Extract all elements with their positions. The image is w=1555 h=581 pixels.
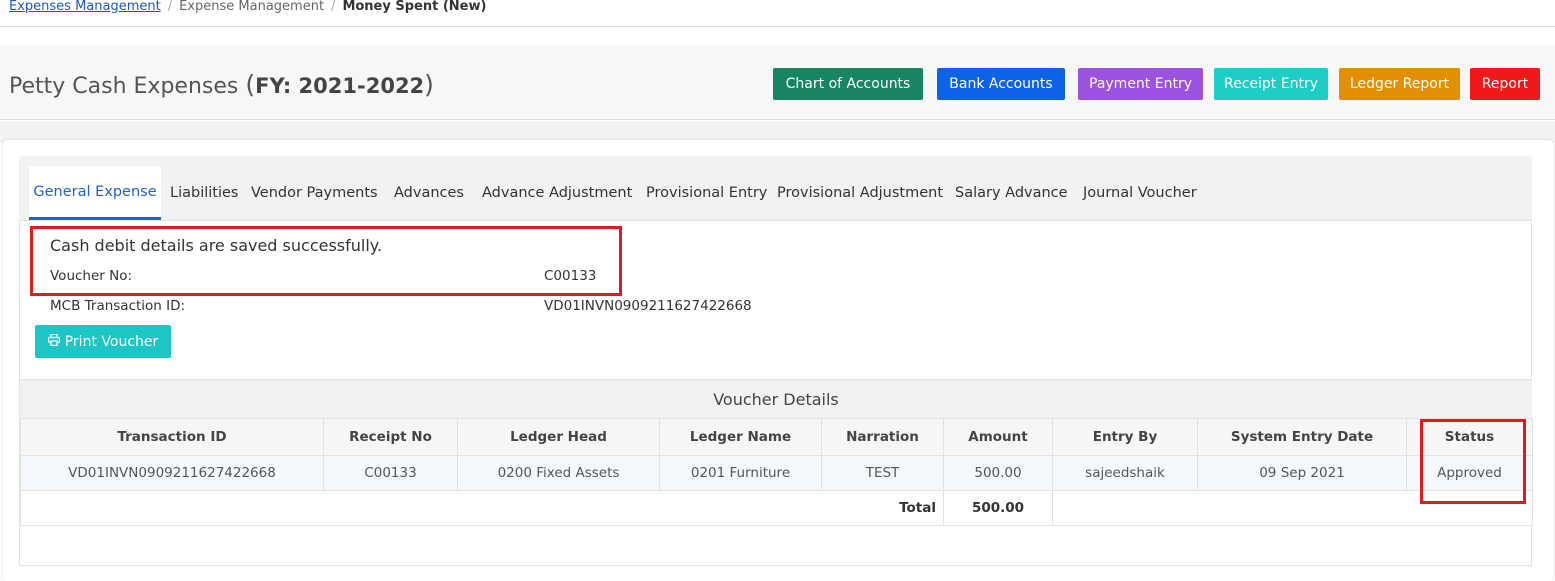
tab-vendor-payments[interactable]: Vendor Payments [251, 166, 378, 220]
tab-provisional-adjustment[interactable]: Provisional Adjustment [777, 166, 943, 220]
column-header-system-entry-date: System Entry Date [1197, 418, 1407, 456]
voucher-no-label: Voucher No: [50, 268, 133, 284]
report-button[interactable]: Report [1470, 68, 1540, 100]
page-header: Petty Cash Expenses (FY: 2021-2022) Char… [0, 45, 1555, 120]
breadcrumb-separator: / [167, 0, 173, 14]
total-empty-cell [1052, 490, 1533, 526]
tab-general-expense[interactable]: General Expense [29, 166, 161, 220]
column-header-entry-by: Entry By [1052, 418, 1198, 456]
mcb-transaction-id-value: VD01INVN0909211627422668 [544, 298, 752, 314]
breadcrumb-current: Money Spent (New) [342, 0, 487, 14]
ledger-report-button[interactable]: Ledger Report [1339, 68, 1460, 100]
voucher-table: Transaction ID Receipt No Ledger Head Le… [20, 418, 1533, 526]
total-label: Total [20, 490, 944, 526]
cell-narration: TEST [821, 455, 944, 491]
column-header-ledger-head: Ledger Head [457, 418, 660, 456]
cell-receipt-no: C00133 [323, 455, 458, 491]
mcb-transaction-id-label: MCB Transaction ID: [50, 298, 186, 314]
tab-bar: General Expense Liabilities Vendor Payme… [19, 156, 1532, 220]
receipt-entry-button[interactable]: Receipt Entry [1214, 68, 1328, 100]
print-voucher-button[interactable]: Print Voucher [35, 325, 171, 358]
tab-advance-adjustment[interactable]: Advance Adjustment [482, 166, 632, 220]
print-voucher-label: Print Voucher [64, 333, 159, 350]
payment-entry-button[interactable]: Payment Entry [1078, 68, 1203, 100]
column-header-amount: Amount [943, 418, 1053, 456]
voucher-details-title: Voucher Details [20, 379, 1532, 418]
tab-content-general-expense: Cash debit details are saved successfull… [19, 220, 1533, 566]
column-header-narration: Narration [821, 418, 944, 456]
column-header-ledger-name: Ledger Name [659, 418, 822, 456]
cell-entry-by: sajeedshaik [1052, 455, 1198, 491]
breadcrumb-separator: / [331, 0, 336, 14]
tab-provisional-entry[interactable]: Provisional Entry [646, 166, 767, 220]
page-title-text: Petty Cash Expenses [9, 74, 239, 99]
column-header-status: Status [1406, 418, 1533, 456]
tab-liabilities[interactable]: Liabilities [170, 166, 238, 220]
breadcrumb-link-expenses-management[interactable]: Expenses Management [9, 0, 161, 14]
cell-status: Approved [1406, 455, 1533, 491]
table-header-row: Transaction ID Receipt No Ledger Head Le… [20, 418, 1533, 456]
tab-salary-advance[interactable]: Salary Advance [955, 166, 1068, 220]
breadcrumb: Expenses Management / Expense Management… [9, 0, 486, 16]
table-row: VD01INVN0909211627422668 C00133 0200 Fix… [20, 455, 1533, 491]
column-header-transaction-id: Transaction ID [20, 418, 324, 456]
table-total-row: Total 500.00 [20, 490, 1533, 526]
cell-system-entry-date: 09 Sep 2021 [1197, 455, 1407, 491]
column-header-receipt-no: Receipt No [323, 418, 458, 456]
cell-ledger-name: 0201 Furniture [659, 455, 822, 491]
breadcrumb-item-expense-management: Expense Management [179, 0, 325, 14]
chart-of-accounts-button[interactable]: Chart of Accounts [773, 68, 923, 100]
cell-transaction-id: VD01INVN0909211627422668 [20, 455, 324, 491]
voucher-no-value: C00133 [544, 268, 597, 284]
print-icon [47, 333, 60, 350]
cell-amount: 500.00 [943, 455, 1053, 491]
voucher-details-table: Voucher Details Transaction ID Receipt N… [20, 379, 1533, 526]
success-message: Cash debit details are saved successfull… [50, 236, 383, 255]
tab-advances[interactable]: Advances [394, 166, 464, 220]
total-amount: 500.00 [943, 490, 1053, 526]
breadcrumb-divider [0, 26, 1555, 27]
cell-ledger-head: 0200 Fixed Assets [457, 455, 660, 491]
bank-accounts-button[interactable]: Bank Accounts [937, 68, 1065, 100]
main-card: General Expense Liabilities Vendor Payme… [3, 140, 1553, 581]
tab-journal-voucher[interactable]: Journal Voucher [1083, 166, 1197, 220]
fiscal-year-label: FY: 2021-2022 [255, 74, 425, 98]
page-title: Petty Cash Expenses (FY: 2021-2022) [9, 70, 434, 99]
